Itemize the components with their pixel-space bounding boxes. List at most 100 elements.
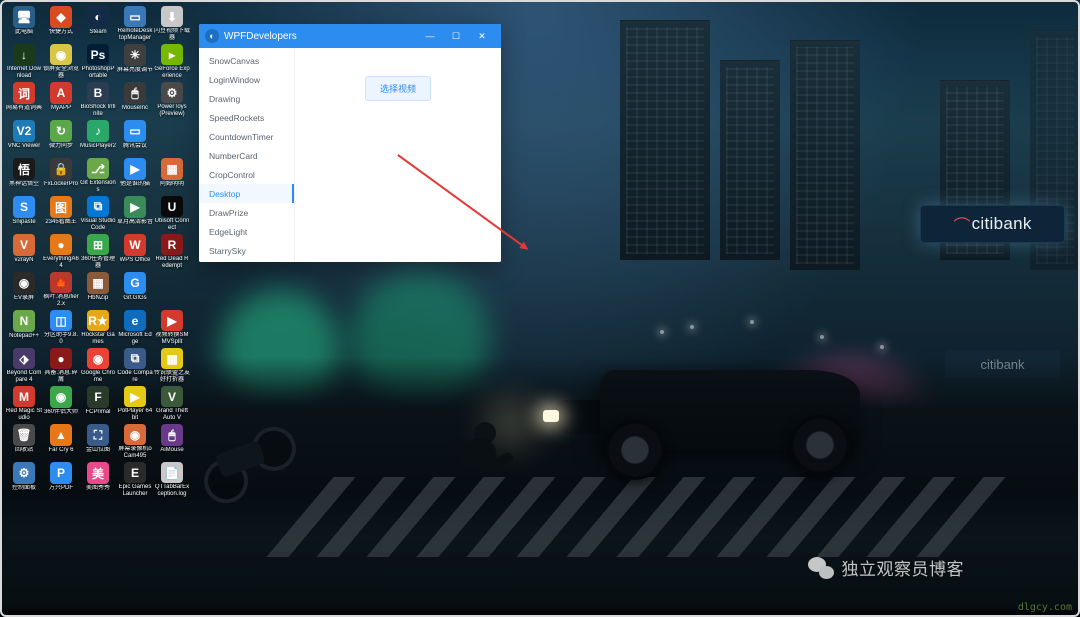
desktop-icon-image: ▶ <box>124 386 146 407</box>
close-button[interactable]: ✕ <box>469 24 495 48</box>
desktop-icon[interactable]: ◉屏幕录像机oCam495 <box>117 424 153 460</box>
desktop-icon[interactable]: ↓Internet Download <box>6 44 42 80</box>
desktop-icon[interactable]: 🖱MouseInc <box>117 82 153 118</box>
desktop-icon[interactable]: 图2345看图王 <box>43 196 79 232</box>
desktop-icon-label: VNC Viewer <box>8 143 41 150</box>
desktop-icon[interactable]: GGif.GIGs <box>117 272 153 308</box>
desktop-icon[interactable]: Vv2rayN <box>6 234 42 270</box>
desktop-icon-image: ▸ <box>161 44 183 65</box>
desktop-icon[interactable]: 🗑回收站 <box>6 424 42 460</box>
desktop-icon[interactable]: AMyAPP <box>43 82 79 118</box>
desktop-icon[interactable]: 词网易有道词典 <box>6 82 42 118</box>
desktop-icon[interactable]: ⛶金山位图 <box>80 424 116 460</box>
desktop-icon-label: Rockstar Games <box>80 332 116 346</box>
desktop-icon[interactable]: R★Rockstar Games <box>80 310 116 346</box>
desktop-icon[interactable]: ◉锁屏安全浏览器 <box>43 44 79 80</box>
desktop-icon[interactable]: SSnipaste <box>6 196 42 232</box>
desktop-icon[interactable]: 美美图秀秀 <box>80 462 116 498</box>
desktop-icon[interactable]: ♪MusicPlayer2 <box>80 120 116 156</box>
desktop-icon[interactable]: 🔒FxLockerPro <box>43 158 79 194</box>
sidebar-item-cropcontrol[interactable]: CropControl <box>199 165 294 184</box>
desktop-icon-label: Code Compare <box>117 370 153 384</box>
desktop-icon-image: E <box>124 462 146 483</box>
desktop-icon[interactable]: ⚙PowerToys (Preview) <box>154 82 190 118</box>
desktop-icon-image: ◆ <box>50 6 72 28</box>
desktop-icon[interactable]: EEpic Games Launcher <box>117 462 153 498</box>
desktop-icon-image: 美 <box>87 462 109 484</box>
sidebar-item-loginwindow[interactable]: LoginWindow <box>199 70 294 89</box>
desktop-icon-image: 🍁 <box>50 272 72 293</box>
desktop-icon[interactable]: FFCPrimal <box>80 386 116 422</box>
sidebar-item-numbercard[interactable]: NumberCard <box>199 146 294 165</box>
desktop-icon[interactable]: ▶视频转换SMMVSplit <box>154 310 190 346</box>
sidebar-item-speedrockets[interactable]: SpeedRockets <box>199 108 294 127</box>
sidebar-item-edgelight[interactable]: EdgeLight <box>199 222 294 241</box>
desktop-icon[interactable]: eMicrosoft Edge <box>117 310 153 346</box>
sidebar-item-desktop[interactable]: Desktop <box>199 184 294 203</box>
desktop-icon[interactable]: ▶草月高清影音 <box>117 196 153 232</box>
desktop-icon[interactable]: ◐Steam <box>80 6 116 42</box>
desktop-icon[interactable]: ▭腾讯会议 <box>117 120 153 156</box>
desktop-icon[interactable]: ▶PotPlayer 64 bit <box>117 386 153 422</box>
desktop-icon[interactable]: V2VNC Viewer <box>6 120 42 156</box>
desktop-icon[interactable]: ⎇Git Extensions <box>80 158 116 194</box>
desktop-icon-label: Gif.GIGs <box>123 295 146 302</box>
desktop-icon[interactable]: ●EverythingA64 <box>43 234 79 270</box>
select-video-button[interactable]: 选择视频 <box>365 76 431 101</box>
desktop-icon-image: ♪ <box>87 120 109 142</box>
desktop-icon-label: Microsoft Edge <box>117 332 153 346</box>
desktop-icon[interactable]: ▶他是谁的猫 <box>117 158 153 194</box>
desktop-icon[interactable]: WWPS Office <box>117 234 153 270</box>
desktop-icon[interactable]: ⧉Visual Studio Code <box>80 196 116 232</box>
desktop-icon[interactable]: ⧉Code Compare <box>117 348 153 384</box>
desktop-icon[interactable]: MRed Magic Studio <box>6 386 42 422</box>
desktop-icon[interactable]: 🍁枫叶.消息ifier 2.x <box>43 272 79 308</box>
desktop-icon[interactable]: P万兴PDF <box>43 462 79 498</box>
desktop-icon[interactable]: ↻微力同步 <box>43 120 79 156</box>
desktop-icon[interactable]: ⚙控制面板 <box>6 462 42 498</box>
sidebar-item-drawprize[interactable]: DrawPrize <box>199 203 294 222</box>
desktop-icon-image: N <box>13 310 35 332</box>
desktop-icon-image: M <box>13 386 35 407</box>
sidebar-item-drawing[interactable]: Drawing <box>199 89 294 108</box>
desktop-icon[interactable]: ▭RemoteDesktopManager <box>117 6 153 42</box>
desktop-icon[interactable]: UUbisoft Connect <box>154 196 190 232</box>
desktop-icon-image: 词 <box>13 82 35 104</box>
desktop-icon[interactable]: PsPhotoshopPortable <box>80 44 116 80</box>
desktop-icon[interactable]: ◆快捷方式 <box>43 6 79 42</box>
desktop-icon[interactable]: ●具备.消息.碎屑 <box>43 348 79 384</box>
desktop-icon[interactable]: ▸GeForce Experience <box>154 44 190 80</box>
desktop-icon[interactable]: ⊞360任务管理器 <box>80 234 116 270</box>
maximize-button[interactable]: ☐ <box>443 24 469 48</box>
desktop-icon[interactable]: ◉EV录屏 <box>6 272 42 308</box>
desktop-icon[interactable]: ▦传说联盟之友好打折器 <box>154 348 190 384</box>
desktop-icon[interactable]: 悟黑神话悟空 <box>6 158 42 194</box>
sidebar-item-countdowntimer[interactable]: CountdownTimer <box>199 127 294 146</box>
desktop-icon-image: ◫ <box>50 310 72 331</box>
desktop-icon[interactable]: ◉Google Chrome <box>80 348 116 384</box>
desktop-icon[interactable]: ⬗Beyond Compare 4 <box>6 348 42 384</box>
desktop-icon[interactable]: ◫分区助手9.8.0 <box>43 310 79 346</box>
desktop-icon[interactable]: ⬇闪豆视频下载器 <box>154 6 190 42</box>
titlebar[interactable]: ◐ WPFDevelopers — ☐ ✕ <box>199 24 501 48</box>
minimize-button[interactable]: — <box>417 24 443 48</box>
desktop-icon-label: EverythingA64 <box>43 256 79 270</box>
sidebar-item-shake[interactable]: Shake <box>199 260 294 262</box>
desktop-icon[interactable]: ◉360伴侣大师 <box>43 386 79 422</box>
desktop-icon[interactable]: VGrand Theft Auto V <box>154 386 190 422</box>
sidebar-item-snowcanvas[interactable]: SnowCanvas <box>199 51 294 70</box>
desktop-icon[interactable]: NNotepad++ <box>6 310 42 346</box>
desktop-icon[interactable]: 📄QTTabBarException.log <box>154 462 190 498</box>
desktop-icon-image: 🖱 <box>161 424 183 446</box>
desktop-icon[interactable]: 🖥此电脑 <box>6 6 42 42</box>
sidebar-item-starrysky[interactable]: StarrySky <box>199 241 294 260</box>
desktop-icon[interactable]: ▦HbNZip <box>80 272 116 308</box>
desktop-icon[interactable]: RRed Dead Redempt <box>154 234 190 270</box>
desktop-icon-label: PowerToys (Preview) <box>154 104 190 118</box>
desktop-icon[interactable]: BBioShock Infinite <box>80 82 116 118</box>
desktop-icon[interactable]: 🖱AiMouse <box>154 424 190 460</box>
desktop-icon[interactable]: ▦阿姆明明 <box>154 158 190 194</box>
desktop-icon[interactable]: ☀屏幕亮度调节 <box>117 44 153 80</box>
desktop-icon-image: ▦ <box>87 272 109 294</box>
desktop-icon[interactable]: ▲Far Cry 6 <box>43 424 79 460</box>
